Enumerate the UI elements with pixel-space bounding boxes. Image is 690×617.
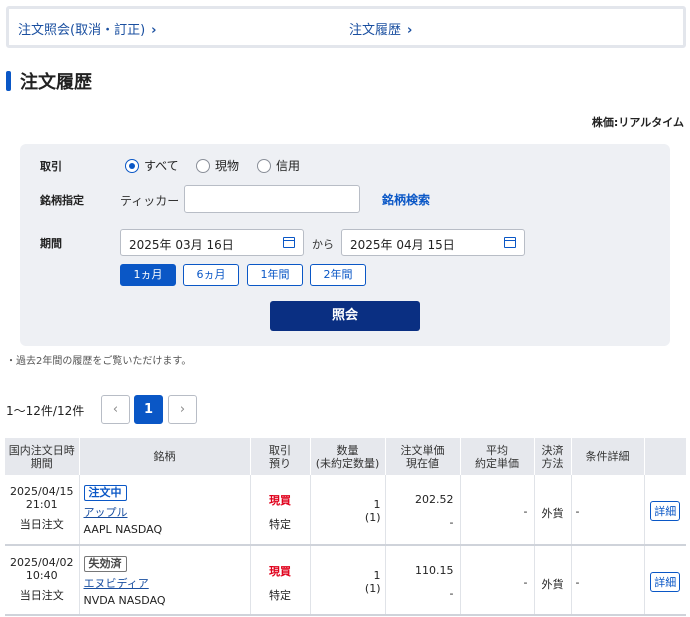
filter-panel: 取引 すべて 現物 信用 銘柄指定 ティッカー 銘柄検索 期間 2025年 03… <box>20 144 670 346</box>
method-cell: 外貨 <box>534 545 572 616</box>
period-2y-button[interactable]: 2年間 <box>310 264 366 286</box>
radio-unchecked-icon <box>196 158 210 173</box>
date-from-field[interactable]: 2025年 03月 16日 <box>120 229 304 256</box>
result-count: 1〜12件/12件 <box>6 404 85 418</box>
page-title-text: 注文履歴 <box>20 72 92 93</box>
prev-page-button[interactable]: ‹ <box>101 395 130 424</box>
header-avg: 平均 約定単価 <box>460 438 535 475</box>
avg-price-cell: - <box>460 475 535 546</box>
calendar-icon[interactable] <box>504 237 516 248</box>
period-6m-button[interactable]: 6ヵ月 <box>183 264 239 286</box>
radio-checked-icon <box>125 158 139 173</box>
qty-cell: 1 (1) <box>310 475 386 546</box>
detail-button[interactable]: 詳細 <box>650 501 681 521</box>
status-badge: 失効済 <box>83 556 127 572</box>
status-badge: 注文中 <box>83 485 127 501</box>
unfilled-qty: (1) <box>364 582 381 595</box>
order-inquiry-link[interactable]: 注文照会(取消・訂正) › <box>18 19 157 38</box>
page-1-button[interactable]: 1 <box>134 395 163 424</box>
history-note: ・過去2年間の履歴をご覧いただけます。 <box>6 356 192 367</box>
stock-name-link[interactable]: アップル <box>84 504 250 520</box>
ticker-label: ティッカー <box>120 194 180 208</box>
header-condition: 条件詳細 <box>571 438 645 475</box>
detail-button[interactable]: 詳細 <box>650 572 681 592</box>
stock-cell: 失効済 エヌビディア NVDA NASDAQ <box>79 545 251 616</box>
order-date-cell: 2025/04/15 21:01 当日注文 <box>5 475 80 546</box>
qty-value: 1 <box>373 498 381 511</box>
order-inquiry-label: 注文照会(取消・訂正) <box>18 23 146 38</box>
stock-name-link[interactable]: エヌビディア <box>84 575 250 591</box>
date-from-value: 2025年 03月 16日 <box>129 238 234 252</box>
method-cell: 外貨 <box>534 475 572 546</box>
header-method: 決済 方法 <box>534 438 572 475</box>
chevron-right-icon: › <box>151 23 157 38</box>
submit-button[interactable]: 照会 <box>270 301 420 331</box>
order-period: 当日注文 <box>19 518 64 531</box>
radio-all-label: すべて <box>144 159 179 173</box>
avg-price-cell: - <box>460 545 535 616</box>
header-date: 国内注文日時 期間 <box>5 438 80 475</box>
from-label: から <box>312 238 334 251</box>
condition-cell: - <box>571 545 645 616</box>
stock-ticker: NVDA NASDAQ <box>83 594 166 607</box>
order-price: 202.52 <box>415 493 454 506</box>
condition-cell: - <box>571 475 645 546</box>
current-price: - <box>449 587 454 600</box>
order-history-label: 注文履歴 <box>349 23 402 38</box>
period-label: 期間 <box>40 237 62 250</box>
current-price: - <box>449 516 454 529</box>
order-date-cell: 2025/04/02 10:40 当日注文 <box>5 545 80 616</box>
period-1m-button[interactable]: 1ヵ月 <box>120 264 176 286</box>
price-mode-label: 株価:リアルタイム <box>591 116 684 129</box>
order-price: 110.15 <box>415 564 454 577</box>
action-cell: 詳細 <box>644 475 686 546</box>
trade-cell: 現買 特定 <box>250 475 311 546</box>
radio-cash-label: 現物 <box>215 159 240 173</box>
header-price: 注文単価 現在値 <box>385 438 461 475</box>
stock-ticker: AAPL NASDAQ <box>83 523 163 536</box>
top-nav: 注文照会(取消・訂正) › 注文履歴 › <box>6 6 686 48</box>
date-to-field[interactable]: 2025年 04月 15日 <box>341 229 525 256</box>
table-row: 2025/04/02 10:40 当日注文 失効済 エヌビディア NVDA NAS… <box>5 545 686 616</box>
header-trade: 取引 預り <box>250 438 311 475</box>
account-type: 特定 <box>269 589 291 602</box>
header-action <box>644 438 686 475</box>
radio-all[interactable]: すべて <box>125 157 179 174</box>
radio-unchecked-icon <box>257 158 271 173</box>
header-qty: 数量 (未約定数量) <box>310 438 386 475</box>
account-type: 特定 <box>269 518 291 531</box>
order-period: 当日注文 <box>19 589 64 602</box>
trade-cell: 現買 特定 <box>250 545 311 616</box>
unfilled-qty: (1) <box>364 511 381 524</box>
radio-margin-label: 信用 <box>276 159 301 173</box>
page-title: 注文履歴 <box>6 70 92 93</box>
chevron-right-icon: › <box>407 23 413 38</box>
ticker-input[interactable] <box>184 185 360 213</box>
table-header-row: 国内注文日時 期間 銘柄 取引 預り 数量 (未約定数量) 注文単価 現在値 平均 約定単… <box>5 438 686 475</box>
trade-label: 取引 <box>40 160 62 173</box>
next-page-button[interactable]: › <box>168 395 197 424</box>
radio-cash[interactable]: 現物 <box>196 157 239 174</box>
stock-cell: 注文中 アップル AAPL NASDAQ <box>79 475 251 546</box>
radio-margin[interactable]: 信用 <box>257 157 300 174</box>
action-cell: 詳細 <box>644 545 686 616</box>
stock-search-link[interactable]: 銘柄検索 <box>382 191 430 208</box>
table-row: 2025/04/15 21:01 当日注文 注文中 アップル AAPL NASDA… <box>5 475 686 546</box>
stock-label: 銘柄指定 <box>40 194 84 207</box>
trade-type: 現買 <box>269 565 291 578</box>
order-history-link[interactable]: 注文履歴 › <box>349 19 412 38</box>
title-accent-bar <box>6 71 11 91</box>
price-cell: 110.15 - <box>385 545 461 616</box>
date-to-value: 2025年 04月 15日 <box>350 238 455 252</box>
trade-type: 現買 <box>269 494 291 507</box>
qty-cell: 1 (1) <box>310 545 386 616</box>
calendar-icon[interactable] <box>283 237 295 248</box>
period-1y-button[interactable]: 1年間 <box>247 264 303 286</box>
orders-table: 国内注文日時 期間 銘柄 取引 預り 数量 (未約定数量) 注文単価 現在値 平均 約定単… <box>5 438 686 616</box>
header-name: 銘柄 <box>79 438 251 475</box>
price-cell: 202.52 - <box>385 475 461 546</box>
qty-value: 1 <box>373 569 381 582</box>
